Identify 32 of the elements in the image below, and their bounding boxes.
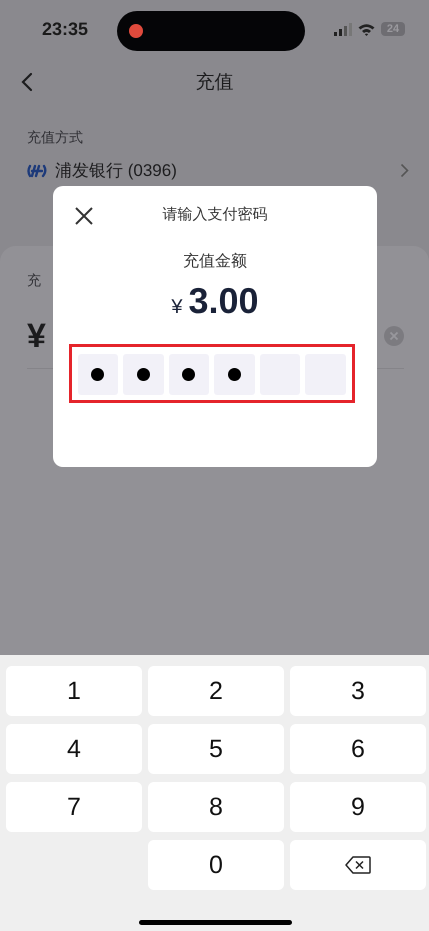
backspace-icon [344,855,372,875]
dialog-title: 请输入支付密码 [162,205,268,224]
digit-key[interactable]: 3 [290,666,426,716]
close-button[interactable] [73,205,95,227]
pin-dot [182,368,196,381]
digit-key[interactable]: 7 [6,782,142,832]
bank-row[interactable]: 浦发银行 (0396) [27,159,429,182]
chevron-icon [400,163,409,178]
bank-name: 浦发银行 (0396) [55,160,177,182]
digit-key[interactable]: 2 [148,666,284,716]
currency-symbol: ¥ [27,316,46,356]
status-time: 23:35 [42,18,90,40]
digit-key[interactable]: 0 [148,840,284,890]
pin-dot [228,368,241,381]
digit-key[interactable]: 1 [6,666,142,716]
amount-label: 充 [27,272,42,290]
digit-key[interactable]: 8 [148,782,284,832]
digit-key[interactable]: 9 [290,782,426,832]
bank-logo-icon [27,164,47,178]
pin-dot [91,368,104,381]
section-label: 充值方式 [27,129,84,147]
signal-icon [334,22,352,36]
amount-value: 3.00 [188,280,259,322]
pin-dot [136,368,150,381]
amount-label: 充值金额 [183,252,247,272]
currency-symbol: ¥ [171,296,183,319]
wifi-icon [358,22,375,36]
page-title: 充值 [196,71,234,95]
digit-key[interactable]: 6 [290,724,426,774]
delete-key[interactable] [290,840,426,890]
digit-key[interactable]: 5 [148,724,284,774]
digit-key[interactable]: 4 [6,724,142,774]
